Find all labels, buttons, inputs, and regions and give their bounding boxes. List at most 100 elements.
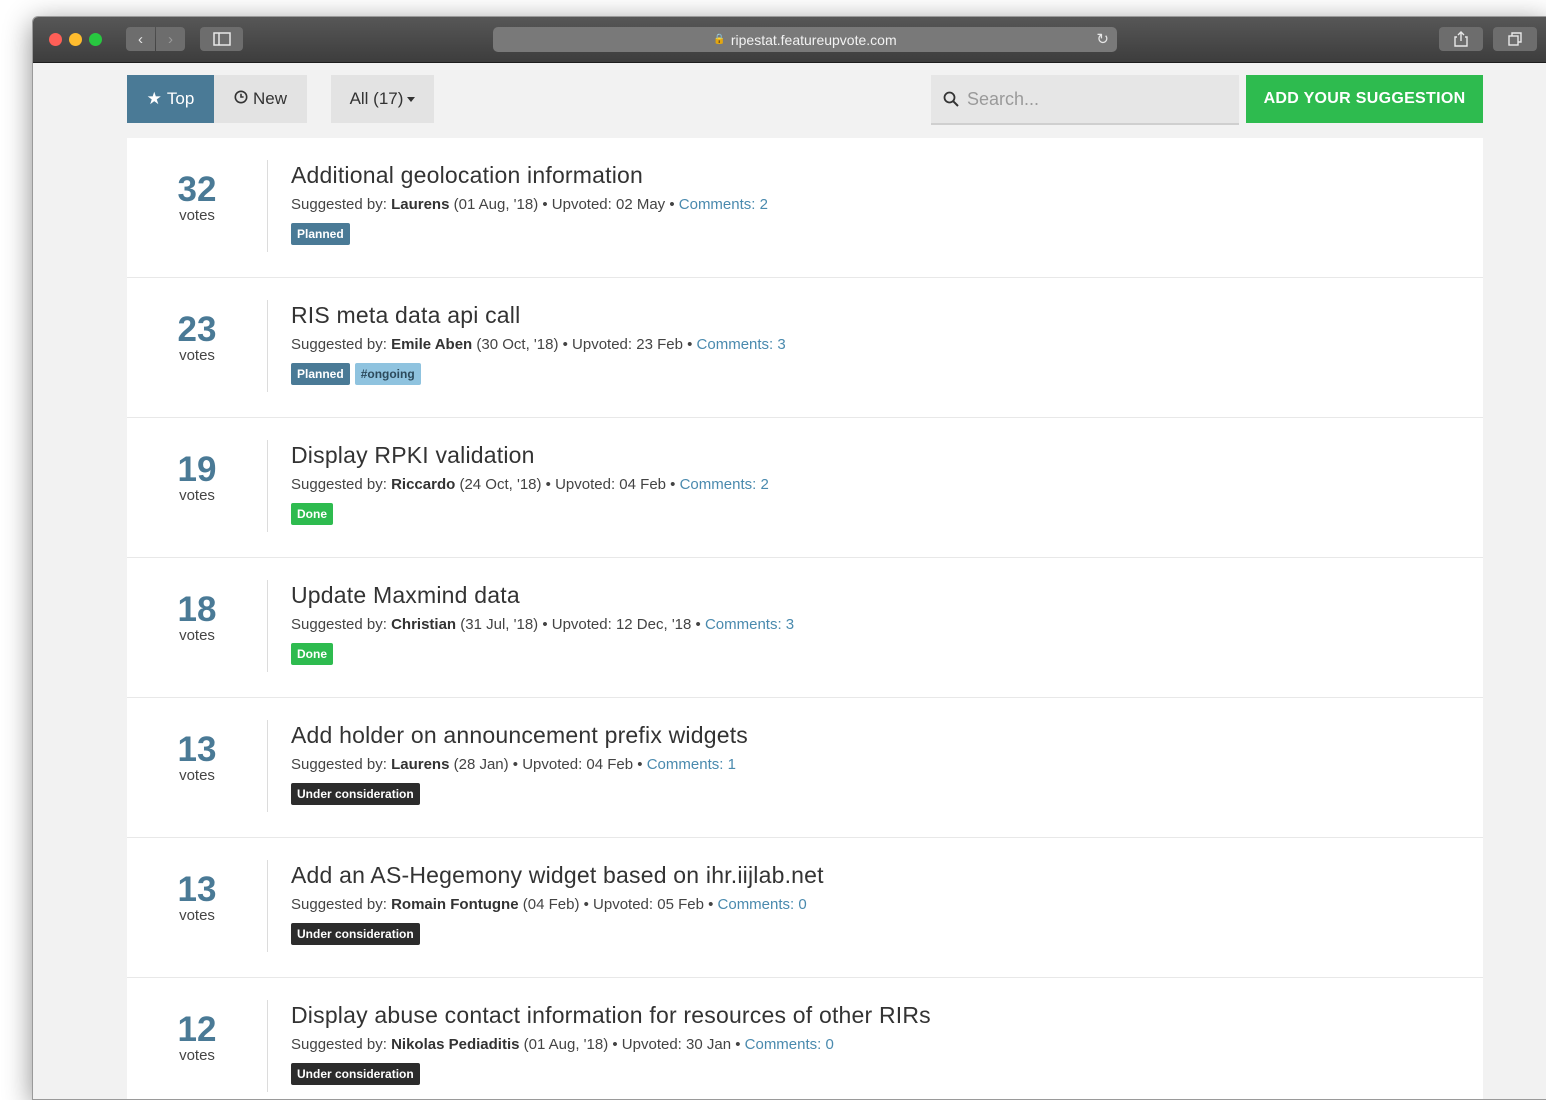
- filter-dropdown[interactable]: All (17): [331, 75, 434, 123]
- search-icon: [943, 91, 959, 107]
- suggestion-row[interactable]: 32 votes Additional geolocation informat…: [127, 138, 1483, 278]
- clock-icon: [234, 89, 248, 109]
- vote-box[interactable]: 32 votes: [127, 160, 268, 252]
- sort-top-label: Top: [166, 89, 195, 108]
- sidebar-toggle-button[interactable]: [200, 27, 243, 51]
- status-badge[interactable]: #ongoing: [354, 363, 421, 385]
- suggestion-meta: Suggested by: Nikolas Pediaditis (01 Aug…: [291, 1036, 1463, 1054]
- author-name: Nikolas Pediaditis: [391, 1036, 520, 1053]
- votes-label: votes: [179, 487, 215, 504]
- tag-list: Done: [291, 503, 1463, 525]
- vote-count: 13: [177, 870, 217, 909]
- comments-link[interactable]: Comments: 2: [679, 196, 768, 213]
- caret-down-icon: [407, 96, 416, 102]
- close-window-button[interactable]: [49, 33, 62, 46]
- vote-box[interactable]: 19 votes: [127, 440, 268, 532]
- dates-text: (01 Aug, '18) • Upvoted: 30 Jan •: [519, 1036, 745, 1053]
- star-icon: ★: [146, 89, 162, 108]
- comments-link[interactable]: Comments: 0: [745, 1036, 834, 1053]
- suggestion-row[interactable]: 13 votes Add an AS-Hegemony widget based…: [127, 838, 1483, 978]
- suggestion-row[interactable]: 19 votes Display RPKI validation Suggest…: [127, 418, 1483, 558]
- dates-text: (01 Aug, '18) • Upvoted: 02 May •: [449, 196, 679, 213]
- suggestion-title[interactable]: Display RPKI validation: [291, 440, 1463, 470]
- comments-link[interactable]: Comments: 0: [718, 896, 807, 913]
- suggestion-info: Update Maxmind data Suggested by: Christ…: [291, 580, 1463, 665]
- suggestion-row[interactable]: 18 votes Update Maxmind data Suggested b…: [127, 558, 1483, 698]
- vote-box[interactable]: 13 votes: [127, 860, 268, 952]
- sort-new-button[interactable]: New: [214, 75, 307, 123]
- vote-box[interactable]: 13 votes: [127, 720, 268, 812]
- vote-count: 32: [177, 170, 217, 209]
- dates-text: (30 Oct, '18) • Upvoted: 23 Feb •: [472, 336, 697, 353]
- status-badge[interactable]: Planned: [291, 363, 350, 385]
- vote-box[interactable]: 12 votes: [127, 1000, 268, 1092]
- dates-text: (31 Jul, '18) • Upvoted: 12 Dec, '18 •: [456, 616, 705, 633]
- suggested-by-label: Suggested by:: [291, 476, 387, 493]
- vote-count: 18: [177, 590, 217, 629]
- tag-list: Under consideration: [291, 1063, 1463, 1085]
- sort-top-button[interactable]: ★ Top: [127, 75, 214, 123]
- sidebar-icon: [212, 32, 231, 46]
- suggestion-info: Add an AS-Hegemony widget based on ihr.i…: [291, 860, 1463, 945]
- suggestion-meta: Suggested by: Riccardo (24 Oct, '18) • U…: [291, 476, 1463, 494]
- comments-link[interactable]: Comments: 2: [680, 476, 769, 493]
- suggestion-title[interactable]: Display abuse contact information for re…: [291, 1000, 1463, 1030]
- suggestion-row[interactable]: 12 votes Display abuse contact informati…: [127, 978, 1483, 1099]
- tag-list: Done: [291, 643, 1463, 665]
- vote-count: 12: [177, 1010, 217, 1049]
- browser-window: ‹ › 🔒 ripestat.featureupvote.com ↻ ★ Top…: [32, 16, 1546, 1100]
- add-suggestion-button[interactable]: ADD YOUR SUGGESTION: [1246, 75, 1483, 123]
- comments-link[interactable]: Comments: 3: [705, 616, 794, 633]
- author-name: Laurens: [391, 196, 450, 213]
- votes-label: votes: [179, 1047, 215, 1064]
- vote-count: 19: [177, 450, 217, 489]
- suggestion-info: Add holder on announcement prefix widget…: [291, 720, 1463, 805]
- author-name: Christian: [391, 616, 457, 633]
- address-bar[interactable]: 🔒 ripestat.featureupvote.com ↻: [493, 27, 1117, 52]
- status-badge[interactable]: Planned: [291, 223, 350, 245]
- vote-box[interactable]: 18 votes: [127, 580, 268, 672]
- status-badge[interactable]: Under consideration: [291, 783, 420, 805]
- votes-label: votes: [179, 767, 215, 784]
- status-badge[interactable]: Done: [291, 643, 333, 665]
- suggestion-title[interactable]: Add an AS-Hegemony widget based on ihr.i…: [291, 860, 1463, 890]
- minimize-window-button[interactable]: [69, 33, 82, 46]
- show-tabs-button[interactable]: [1493, 27, 1537, 51]
- search-input[interactable]: [965, 87, 1209, 111]
- back-button[interactable]: ‹: [126, 27, 155, 51]
- comments-link[interactable]: Comments: 1: [647, 756, 736, 773]
- author-name: Romain Fontugne: [391, 896, 519, 913]
- suggestion-info: Display RPKI validation Suggested by: Ri…: [291, 440, 1463, 525]
- filter-label: All (17): [349, 89, 404, 108]
- forward-button[interactable]: ›: [156, 27, 185, 51]
- dates-text: (24 Oct, '18) • Upvoted: 04 Feb •: [455, 476, 680, 493]
- suggestion-row[interactable]: 13 votes Add holder on announcement pref…: [127, 698, 1483, 838]
- author-name: Emile Aben: [391, 336, 473, 353]
- suggestion-title[interactable]: Update Maxmind data: [291, 580, 1463, 610]
- suggestion-title[interactable]: Additional geolocation information: [291, 160, 1463, 190]
- suggestion-title[interactable]: Add holder on announcement prefix widget…: [291, 720, 1463, 750]
- dates-text: (28 Jan) • Upvoted: 04 Feb •: [449, 756, 647, 773]
- status-badge[interactable]: Under consideration: [291, 923, 420, 945]
- suggestion-title[interactable]: RIS meta data api call: [291, 300, 1463, 330]
- vote-box[interactable]: 23 votes: [127, 300, 268, 392]
- author-name: Riccardo: [391, 476, 456, 493]
- search-box[interactable]: [931, 75, 1239, 125]
- share-button[interactable]: [1439, 27, 1483, 51]
- status-badge[interactable]: Done: [291, 503, 333, 525]
- tag-list: Planned: [291, 223, 1463, 245]
- suggested-by-label: Suggested by:: [291, 196, 387, 213]
- suggested-by-label: Suggested by:: [291, 896, 387, 913]
- suggested-by-label: Suggested by:: [291, 1036, 387, 1053]
- zoom-window-button[interactable]: [89, 33, 102, 46]
- comments-link[interactable]: Comments: 3: [697, 336, 786, 353]
- status-badge[interactable]: Under consideration: [291, 1063, 420, 1085]
- suggested-by-label: Suggested by:: [291, 756, 387, 773]
- suggestion-row[interactable]: 23 votes RIS meta data api call Suggeste…: [127, 278, 1483, 418]
- suggestion-info: RIS meta data api call Suggested by: Emi…: [291, 300, 1463, 385]
- reload-icon[interactable]: ↻: [1096, 30, 1109, 48]
- tag-list: Planned #ongoing: [291, 363, 1463, 385]
- suggestion-meta: Suggested by: Laurens (28 Jan) • Upvoted…: [291, 756, 1463, 774]
- suggested-by-label: Suggested by:: [291, 336, 387, 353]
- tabs-icon: [1508, 32, 1522, 46]
